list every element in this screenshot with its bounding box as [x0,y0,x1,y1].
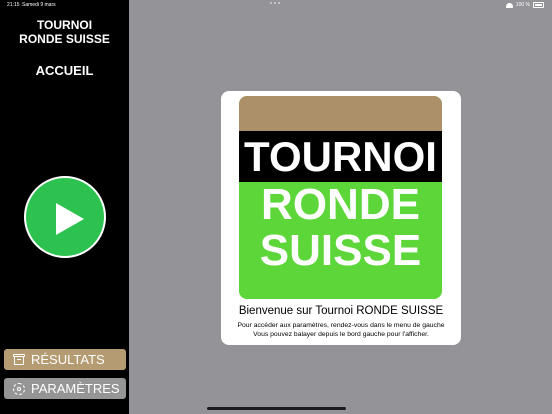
wifi-icon [505,2,513,8]
status-time: 21:15 [7,2,20,8]
welcome-instruction-1: Pour accéder aux paramètres, rendez-vous… [237,322,445,329]
app-title-line-2: RONDE SUISSE [19,32,110,46]
app-logo: TOURNOI RONDE SUISSE [239,96,442,299]
dot-icon [270,2,272,4]
multitasking-handle[interactable] [270,2,280,4]
gear-icon [13,382,25,395]
app-title: TOURNOI RONDE SUISSE [0,18,129,46]
play-icon [56,203,84,235]
sidebar: TOURNOI RONDE SUISSE ACCUEIL RÉSULTATS P… [0,0,129,414]
results-label: RÉSULTATS [31,352,105,367]
logo-word-tournoi: TOURNOI [239,131,442,182]
results-button[interactable]: RÉSULTATS [4,349,126,370]
welcome-title: Bienvenue sur Tournoi RONDE SUISSE [238,305,444,317]
logo-word-suisse: SUISSE [259,226,422,275]
status-indicators: 100 % [505,2,544,8]
dot-icon [274,2,276,4]
logo-tan-band [239,96,442,131]
status-date: Samedi 9 mars [22,2,56,8]
battery-percent: 100 % [515,2,530,8]
logo-word-ronde: RONDE [261,180,420,229]
archive-icon [13,354,25,365]
welcome-card: TOURNOI RONDE SUISSE Bienvenue sur Tourn… [221,91,461,345]
settings-label: PARAMÈTRES [31,381,120,396]
battery-icon [533,2,544,8]
home-label[interactable]: ACCUEIL [0,63,129,78]
app-title-line-1: TOURNOI [36,18,93,32]
settings-button[interactable]: PARAMÈTRES [4,378,126,399]
home-indicator[interactable] [207,407,346,410]
welcome-instruction-2: Vous pouvez balayer depuis le bord gauch… [253,331,429,338]
start-tournament-button[interactable] [24,176,106,258]
dot-icon [278,2,280,4]
